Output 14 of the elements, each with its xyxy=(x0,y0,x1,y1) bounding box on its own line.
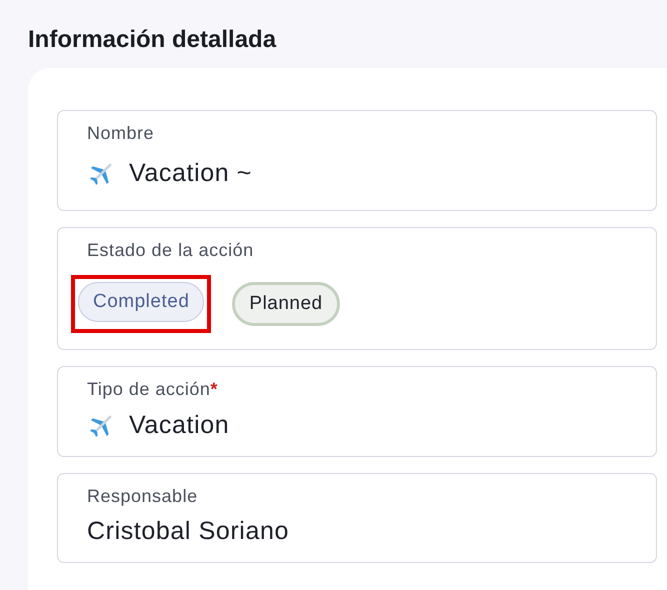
field-label: Tipo de acción xyxy=(87,379,210,400)
required-mark: * xyxy=(210,379,218,400)
status-chip[interactable]: Completed xyxy=(78,282,204,322)
field-value: Vacation ~ xyxy=(129,158,252,188)
field-value: Vacation xyxy=(129,410,230,440)
input-field[interactable]: Tipo de acción* Vacation xyxy=(57,366,657,457)
field-label: Responsable xyxy=(87,486,198,507)
status-chip[interactable]: Planned xyxy=(232,282,340,326)
section-title: Información detallada xyxy=(28,26,276,54)
field-label: Estado de la acción xyxy=(87,240,254,261)
input-field[interactable]: Responsable Cristobal Soriano xyxy=(57,473,657,563)
field-value: Cristobal Soriano xyxy=(87,517,289,546)
field-label: Nombre xyxy=(87,123,154,144)
input-field[interactable]: Nombre Vacation ~ xyxy=(57,110,657,211)
